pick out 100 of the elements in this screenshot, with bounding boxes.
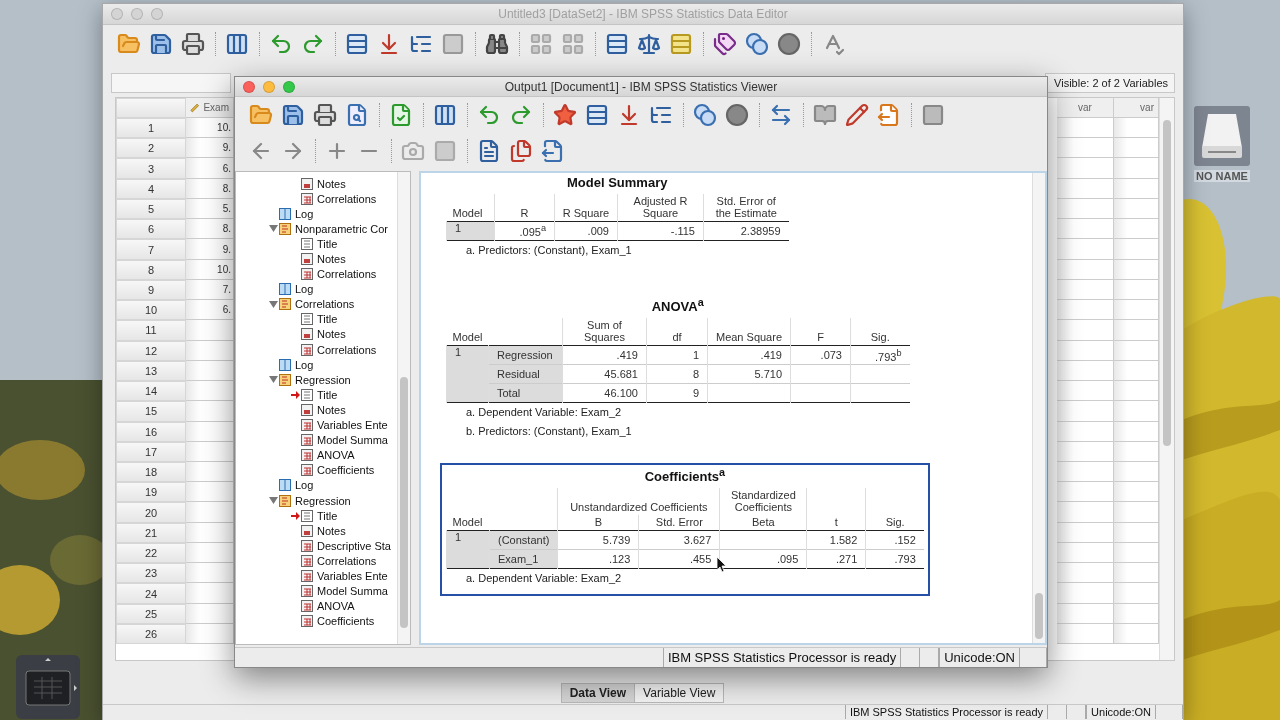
data-cell[interactable] xyxy=(1114,118,1159,139)
data-cell[interactable] xyxy=(186,603,234,624)
circles-icon[interactable] xyxy=(693,103,717,127)
row-number[interactable]: 9 xyxy=(116,279,186,301)
data-cell[interactable] xyxy=(1057,239,1114,260)
data-cell[interactable] xyxy=(1057,421,1114,442)
data-cell[interactable] xyxy=(1057,219,1114,240)
columns-icon[interactable] xyxy=(225,32,249,56)
data-cell[interactable] xyxy=(1114,522,1159,543)
data-cell[interactable]: 7. xyxy=(186,279,234,301)
data-cell[interactable] xyxy=(1057,259,1114,280)
outline-item[interactable]: Nonparametric Cor xyxy=(236,221,397,237)
row-number[interactable]: 6 xyxy=(116,219,186,240)
column-header[interactable]: var xyxy=(1057,98,1114,118)
outline-item[interactable]: ANOVA xyxy=(236,447,397,463)
data-cell[interactable]: 5. xyxy=(186,198,234,220)
row-number[interactable]: 10 xyxy=(116,300,186,321)
data-cell[interactable] xyxy=(186,320,234,341)
document-icon[interactable] xyxy=(541,139,565,163)
data-cell[interactable] xyxy=(1114,502,1159,523)
data-cell[interactable] xyxy=(1114,441,1159,462)
data-cell[interactable] xyxy=(1114,320,1159,341)
data-cell[interactable] xyxy=(186,583,234,604)
data-cell[interactable] xyxy=(186,522,234,543)
redo-icon[interactable] xyxy=(509,103,533,127)
data-cell[interactable] xyxy=(1057,482,1114,503)
data-cell[interactable] xyxy=(1114,421,1159,442)
scrollbar[interactable] xyxy=(1159,98,1174,660)
data-cell[interactable] xyxy=(1057,198,1114,220)
data-cell[interactable] xyxy=(1114,462,1159,483)
zoom-button[interactable] xyxy=(151,8,163,20)
data-cell[interactable]: 9. xyxy=(186,138,234,159)
data-cell[interactable] xyxy=(1114,360,1159,382)
square-icon[interactable] xyxy=(433,139,457,163)
outline-item[interactable]: Log xyxy=(236,281,397,297)
outline-item[interactable]: Correlations xyxy=(236,342,397,358)
data-cell[interactable] xyxy=(1114,482,1159,503)
floppy-icon[interactable] xyxy=(149,32,173,56)
row-number[interactable]: 19 xyxy=(116,482,186,503)
scrollbar[interactable] xyxy=(397,172,410,644)
row-number[interactable]: 14 xyxy=(116,381,186,402)
data-cell[interactable] xyxy=(1057,401,1114,422)
data-cell[interactable] xyxy=(1057,138,1114,159)
circle-icon[interactable] xyxy=(777,32,801,56)
outline-item[interactable]: Model Summa xyxy=(236,583,397,599)
data-cell[interactable] xyxy=(1114,563,1159,584)
row-number[interactable]: 24 xyxy=(116,583,186,604)
data-cell[interactable]: 8. xyxy=(186,178,234,199)
close-button[interactable] xyxy=(243,80,255,93)
table-frame[interactable]: Model Summary Model R R Square Adjusted R Square Std. Error of the Estimate 1 .095$^{a}$ .009 -.115 2.38959 a. Predictors: (Constant), Exam_1 xyxy=(440,173,795,268)
outline-item[interactable]: Coefficients xyxy=(236,613,397,629)
view-tab[interactable]: Variable View xyxy=(634,683,725,703)
binoculars-icon[interactable] xyxy=(485,32,509,56)
row-number[interactable]: 21 xyxy=(116,522,186,543)
row-number[interactable]: 5 xyxy=(116,198,186,220)
data-cell[interactable]: 9. xyxy=(186,239,234,260)
files-icon[interactable] xyxy=(509,139,533,163)
data-cell[interactable] xyxy=(1057,360,1114,382)
row-number[interactable]: 7 xyxy=(116,239,186,260)
data-cell[interactable] xyxy=(1057,462,1114,483)
table-icon[interactable] xyxy=(605,32,629,56)
pencil-icon[interactable] xyxy=(845,103,869,127)
scale-icon[interactable] xyxy=(637,32,661,56)
expanded-triangle-icon[interactable] xyxy=(269,224,278,234)
circle-icon[interactable] xyxy=(725,103,749,127)
selected-table-frame[interactable] xyxy=(440,463,930,596)
circles-icon[interactable] xyxy=(745,32,769,56)
data-cell[interactable] xyxy=(1057,502,1114,523)
zoom-button[interactable] xyxy=(283,80,295,93)
arrows-icon[interactable] xyxy=(769,103,793,127)
data-cell[interactable] xyxy=(1057,623,1114,645)
outline-item[interactable]: Log xyxy=(236,206,397,222)
outline-item[interactable]: Correlations xyxy=(236,191,397,207)
data-cell[interactable] xyxy=(1057,522,1114,543)
data-cell[interactable] xyxy=(1057,563,1114,584)
outline-item[interactable]: Variables Ente xyxy=(236,568,397,584)
row-number[interactable]: 13 xyxy=(116,360,186,382)
data-cell[interactable] xyxy=(186,401,234,422)
data-cell[interactable] xyxy=(1114,623,1159,645)
floppy-icon[interactable] xyxy=(281,103,305,127)
data-cell[interactable] xyxy=(1114,603,1159,624)
drive-icon[interactable] xyxy=(1194,106,1250,166)
row-number[interactable]: 20 xyxy=(116,502,186,523)
tag-icon[interactable] xyxy=(713,32,737,56)
data-cell[interactable] xyxy=(1057,381,1114,402)
outline-item[interactable]: Notes xyxy=(236,402,397,418)
column-header[interactable]: var xyxy=(1114,98,1159,118)
data-cell[interactable] xyxy=(186,502,234,523)
data-cell[interactable] xyxy=(186,441,234,462)
data-cell[interactable] xyxy=(1057,320,1114,341)
minimize-button[interactable] xyxy=(263,80,275,93)
row-number[interactable]: 25 xyxy=(116,603,186,624)
data-cell[interactable] xyxy=(1114,583,1159,604)
outline-item[interactable]: ANOVA xyxy=(236,598,397,614)
table-frame[interactable]: ANOVA$^{a}$ Model Sum of Squares df Mean Square F Sig. 1 Regression .419 1 .419 .073 .793$^{b}$ Residual 45.681 8 5.710 Total 46.100 9 a. Dependent Variable: Exam_2 b. Predictors: (Constant), Exam_1 xyxy=(440,294,916,450)
book-icon[interactable] xyxy=(813,103,837,127)
row-number[interactable]: 22 xyxy=(116,542,186,564)
data-cell[interactable] xyxy=(1057,300,1114,321)
row-number[interactable]: 26 xyxy=(116,623,186,645)
outline-item[interactable]: Notes xyxy=(236,523,397,539)
